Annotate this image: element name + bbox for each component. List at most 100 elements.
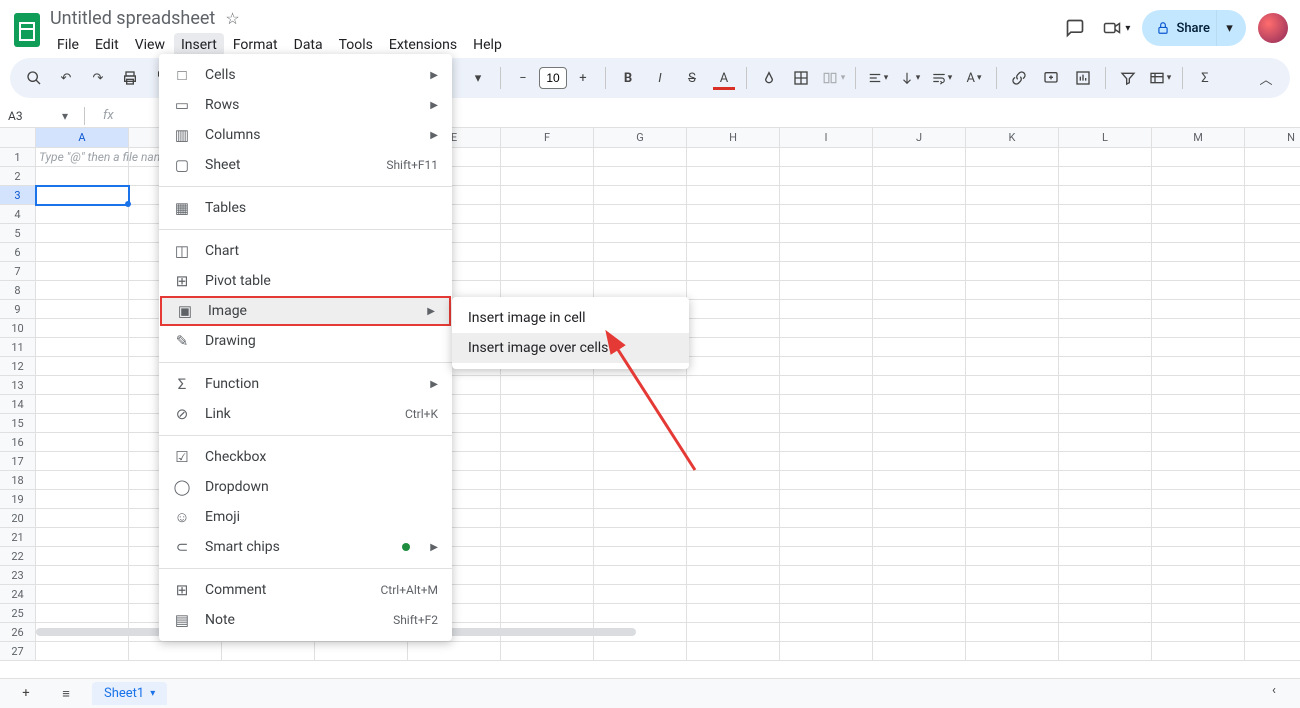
- cell[interactable]: [873, 471, 966, 490]
- col-header[interactable]: A: [36, 128, 129, 148]
- row-header[interactable]: 12: [0, 357, 36, 376]
- cell[interactable]: [594, 224, 687, 243]
- insert-chart-icon[interactable]: [1069, 64, 1097, 92]
- avatar[interactable]: [1258, 13, 1288, 43]
- cell[interactable]: [1152, 566, 1245, 585]
- cell[interactable]: [1245, 243, 1300, 262]
- insert-menu-smart-chips[interactable]: ⊂Smart chips▶: [159, 532, 452, 562]
- all-sheets-icon[interactable]: ≡: [52, 680, 80, 708]
- cell[interactable]: [1059, 300, 1152, 319]
- cell[interactable]: [501, 642, 594, 661]
- cell[interactable]: [36, 338, 129, 357]
- cell[interactable]: [1245, 509, 1300, 528]
- cell[interactable]: [966, 338, 1059, 357]
- cell[interactable]: [1152, 186, 1245, 205]
- cell[interactable]: [501, 490, 594, 509]
- cell[interactable]: [1152, 414, 1245, 433]
- cell[interactable]: [594, 509, 687, 528]
- cell[interactable]: [1245, 205, 1300, 224]
- cell[interactable]: [873, 566, 966, 585]
- cell[interactable]: [1245, 338, 1300, 357]
- cell[interactable]: [36, 490, 129, 509]
- cell[interactable]: [873, 262, 966, 281]
- fill-color-icon[interactable]: [755, 64, 783, 92]
- cell[interactable]: [873, 642, 966, 661]
- cell[interactable]: [1059, 395, 1152, 414]
- cell[interactable]: [873, 585, 966, 604]
- borders-icon[interactable]: [787, 64, 815, 92]
- cell[interactable]: [1152, 395, 1245, 414]
- cell[interactable]: [1152, 509, 1245, 528]
- cell[interactable]: [501, 414, 594, 433]
- cell[interactable]: [873, 547, 966, 566]
- cell[interactable]: [501, 167, 594, 186]
- doc-title[interactable]: Untitled spreadsheet: [50, 8, 215, 29]
- cell[interactable]: [966, 243, 1059, 262]
- row-header[interactable]: 27: [0, 642, 36, 661]
- insert-menu-pivot-table[interactable]: ⊞Pivot table: [159, 266, 452, 296]
- text-rotation-icon[interactable]: A▾: [960, 64, 988, 92]
- cell[interactable]: [687, 509, 780, 528]
- cell[interactable]: [36, 243, 129, 262]
- cell[interactable]: [780, 642, 873, 661]
- cell[interactable]: [1245, 471, 1300, 490]
- cell[interactable]: [222, 642, 315, 661]
- col-header[interactable]: M: [1152, 128, 1245, 148]
- cell[interactable]: [687, 148, 780, 167]
- cell[interactable]: [1152, 205, 1245, 224]
- star-icon[interactable]: ☆: [225, 9, 239, 28]
- cell[interactable]: Type "@" then a file name: [36, 148, 129, 167]
- cell[interactable]: [873, 604, 966, 623]
- cell[interactable]: [966, 509, 1059, 528]
- cell[interactable]: [36, 414, 129, 433]
- cell[interactable]: [36, 509, 129, 528]
- cell[interactable]: [873, 319, 966, 338]
- row-header[interactable]: 22: [0, 547, 36, 566]
- cell[interactable]: [873, 509, 966, 528]
- cell[interactable]: [594, 167, 687, 186]
- insert-menu-tables[interactable]: ▦Tables: [159, 193, 452, 223]
- cell[interactable]: [780, 281, 873, 300]
- cell[interactable]: [501, 186, 594, 205]
- insert-menu-function[interactable]: ΣFunction▶: [159, 369, 452, 399]
- cell[interactable]: [687, 186, 780, 205]
- table-view-icon[interactable]: ▾: [1146, 64, 1174, 92]
- italic-icon[interactable]: I: [646, 64, 674, 92]
- cell[interactable]: [594, 148, 687, 167]
- cell[interactable]: [1152, 376, 1245, 395]
- insert-menu-emoji[interactable]: ☺Emoji: [159, 502, 452, 532]
- share-button[interactable]: Share ▾: [1142, 10, 1246, 46]
- cell[interactable]: [1059, 357, 1152, 376]
- cell[interactable]: [36, 167, 129, 186]
- cell[interactable]: [780, 414, 873, 433]
- cell[interactable]: [36, 224, 129, 243]
- cell[interactable]: [1059, 528, 1152, 547]
- insert-menu-link[interactable]: ⊘LinkCtrl+K: [159, 399, 452, 429]
- cell[interactable]: [1245, 585, 1300, 604]
- cell[interactable]: [315, 642, 408, 661]
- insert-menu-rows[interactable]: ▭Rows▶: [159, 90, 452, 120]
- cell[interactable]: [687, 528, 780, 547]
- cell[interactable]: [594, 262, 687, 281]
- insert-menu-cells[interactable]: □Cells▶: [159, 60, 452, 90]
- cell[interactable]: [594, 547, 687, 566]
- row-header[interactable]: 16: [0, 433, 36, 452]
- cell[interactable]: [36, 395, 129, 414]
- cell[interactable]: [1152, 528, 1245, 547]
- side-panel-chevron-icon[interactable]: ‹: [1260, 676, 1288, 704]
- cell[interactable]: [501, 452, 594, 471]
- strikethrough-icon[interactable]: S: [678, 64, 706, 92]
- cell[interactable]: [780, 509, 873, 528]
- cell[interactable]: [966, 528, 1059, 547]
- cell[interactable]: [501, 566, 594, 585]
- cell[interactable]: [687, 585, 780, 604]
- cell[interactable]: [36, 319, 129, 338]
- col-header[interactable]: L: [1059, 128, 1152, 148]
- cell[interactable]: [1152, 604, 1245, 623]
- cell[interactable]: [36, 642, 129, 661]
- cell[interactable]: [873, 357, 966, 376]
- cell[interactable]: [501, 243, 594, 262]
- cell[interactable]: [1152, 585, 1245, 604]
- cell[interactable]: [594, 186, 687, 205]
- cell[interactable]: [1059, 376, 1152, 395]
